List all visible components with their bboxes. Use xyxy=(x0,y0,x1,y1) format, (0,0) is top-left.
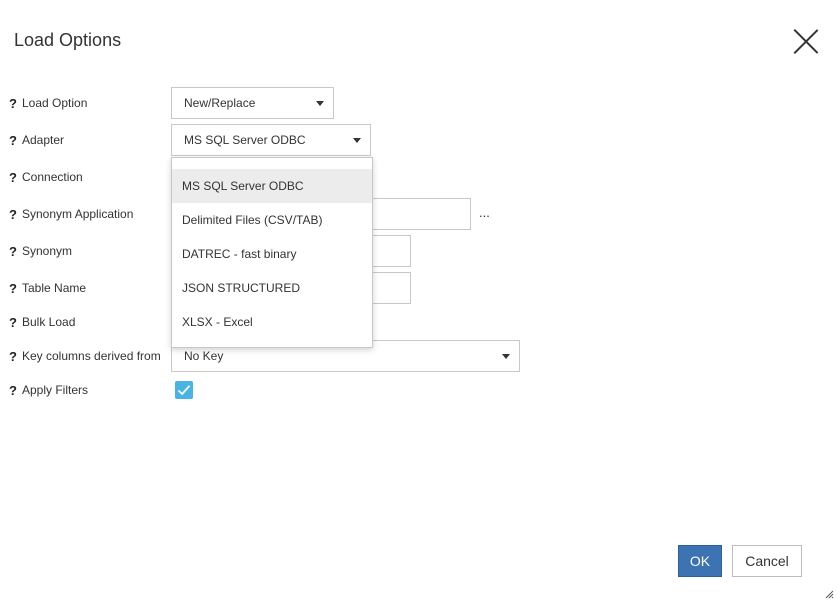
resize-grip-icon[interactable] xyxy=(824,589,834,599)
field-bulk-load: ? Bulk Load xyxy=(9,312,75,332)
help-icon[interactable]: ? xyxy=(9,315,22,330)
adapter-label: Adapter xyxy=(22,133,65,147)
close-icon[interactable] xyxy=(792,28,820,54)
help-icon[interactable]: ? xyxy=(9,96,22,111)
table-name-label: Table Name xyxy=(22,281,87,295)
field-synonym: ? Synonym xyxy=(9,241,72,261)
adapter-value: MS SQL Server ODBC xyxy=(184,133,306,147)
ok-button[interactable]: OK xyxy=(678,545,722,577)
chevron-down-icon xyxy=(353,138,361,143)
bulk-load-label: Bulk Load xyxy=(22,315,76,329)
help-icon[interactable]: ? xyxy=(9,281,22,296)
dropdown-option[interactable]: MS SQL Server ODBC xyxy=(172,169,372,203)
dropdown-option[interactable]: JSON STRUCTURED xyxy=(172,271,372,305)
synonym-application-label: Synonym Application xyxy=(22,207,134,221)
help-icon[interactable]: ? xyxy=(9,170,22,185)
help-icon[interactable]: ? xyxy=(9,207,22,222)
apply-filters-checkbox[interactable] xyxy=(175,381,193,399)
field-connection: ? Connection xyxy=(9,167,83,187)
field-table-name: ? Table Name xyxy=(9,278,86,298)
field-key-columns: ? Key columns derived from xyxy=(9,346,161,366)
help-icon[interactable]: ? xyxy=(9,349,22,364)
connection-label: Connection xyxy=(22,170,83,184)
field-synonym-application: ? Synonym Application xyxy=(9,204,133,224)
help-icon[interactable]: ? xyxy=(9,133,22,148)
adapter-select[interactable]: MS SQL Server ODBC xyxy=(171,124,371,156)
cancel-button[interactable]: Cancel xyxy=(732,545,802,577)
chevron-down-icon xyxy=(502,354,510,359)
key-columns-label: Key columns derived from xyxy=(22,349,161,363)
load-option-value: New/Replace xyxy=(184,96,256,110)
adapter-dropdown-menu: MS SQL Server ODBC Delimited Files (CSV/… xyxy=(171,157,373,348)
synonym-label: Synonym xyxy=(22,244,73,258)
chevron-down-icon xyxy=(316,101,324,106)
help-icon[interactable]: ? xyxy=(9,244,22,259)
load-option-select[interactable]: New/Replace xyxy=(171,87,334,119)
help-icon[interactable]: ? xyxy=(9,383,22,398)
apply-filters-label: Apply Filters xyxy=(22,383,89,397)
checkmark-icon xyxy=(177,385,191,396)
browse-button[interactable]: ... xyxy=(479,205,490,220)
dropdown-option[interactable]: DATREC - fast binary xyxy=(172,237,372,271)
dropdown-option[interactable]: Delimited Files (CSV/TAB) xyxy=(172,203,372,237)
load-option-label: Load Option xyxy=(22,96,88,110)
field-adapter: ? Adapter xyxy=(9,130,64,150)
field-apply-filters: ? Apply Filters xyxy=(9,380,88,400)
field-load-option: ? Load Option xyxy=(9,93,87,113)
dialog-title: Load Options xyxy=(14,30,122,50)
key-columns-value: No Key xyxy=(184,349,224,363)
dropdown-option[interactable]: XLSX - Excel xyxy=(172,305,372,339)
